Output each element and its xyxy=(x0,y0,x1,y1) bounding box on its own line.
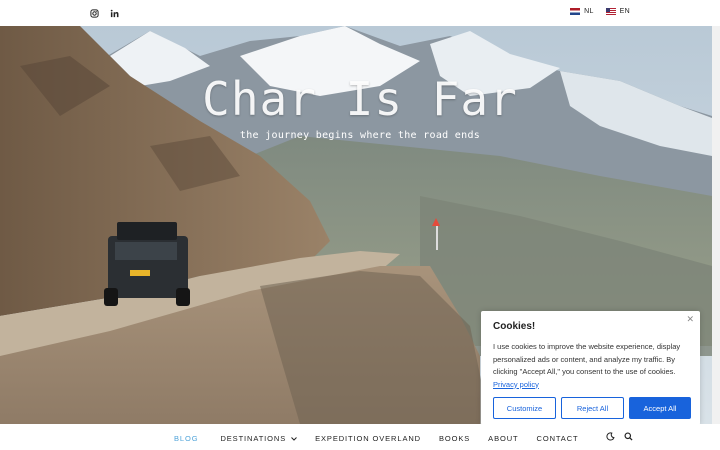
privacy-policy-link[interactable]: Privacy policy xyxy=(493,380,539,389)
dark-mode-icon[interactable] xyxy=(606,432,616,442)
chevron-down-icon xyxy=(291,437,297,441)
nav-item-books[interactable]: BOOKS xyxy=(439,434,470,443)
customize-button[interactable]: Customize xyxy=(493,397,556,419)
nav-item-about[interactable]: ABOUT xyxy=(488,434,518,443)
top-bar: NL EN xyxy=(0,0,720,26)
instagram-icon[interactable] xyxy=(88,7,100,19)
nav-item-expedition-overland[interactable]: EXPEDITION OVERLAND xyxy=(315,434,421,443)
language-nl[interactable]: NL xyxy=(570,8,594,15)
page-scrollbar[interactable] xyxy=(712,26,720,424)
site-title[interactable]: Char Is Far xyxy=(0,72,712,126)
nav-item-contact[interactable]: CONTACT xyxy=(537,434,579,443)
netherlands-flag-icon xyxy=(570,8,581,15)
main-navigation: BLOG DESTINATIONS EXPEDITION OVERLAND BO… xyxy=(0,424,720,450)
close-icon[interactable]: ✕ xyxy=(686,314,694,325)
language-switcher: NL EN xyxy=(570,8,630,15)
cookie-title: Cookies! xyxy=(493,321,536,332)
accept-all-button[interactable]: Accept All xyxy=(629,397,691,419)
linkedin-icon[interactable] xyxy=(108,7,120,19)
search-icon[interactable] xyxy=(624,432,634,442)
nav-item-blog[interactable]: BLOG xyxy=(174,434,198,443)
nav-item-destinations-label: DESTINATIONS xyxy=(220,434,287,443)
language-en[interactable]: EN xyxy=(605,8,630,15)
nav-item-destinations[interactable]: DESTINATIONS xyxy=(220,434,297,443)
cookie-buttons: Customize Reject All Accept All xyxy=(493,397,691,419)
social-links xyxy=(88,7,120,19)
us-flag-icon xyxy=(605,8,616,15)
cookie-text: I use cookies to improve the website exp… xyxy=(493,341,688,391)
cookie-consent-dialog: ✕ Cookies! I use cookies to improve the … xyxy=(481,311,700,425)
reject-all-button[interactable]: Reject All xyxy=(561,397,624,419)
site-tagline: the journey begins where the road ends xyxy=(239,130,481,141)
language-en-label: EN xyxy=(619,8,630,15)
language-nl-label: NL xyxy=(584,8,594,15)
cookie-text-body: I use cookies to improve the website exp… xyxy=(493,342,681,376)
